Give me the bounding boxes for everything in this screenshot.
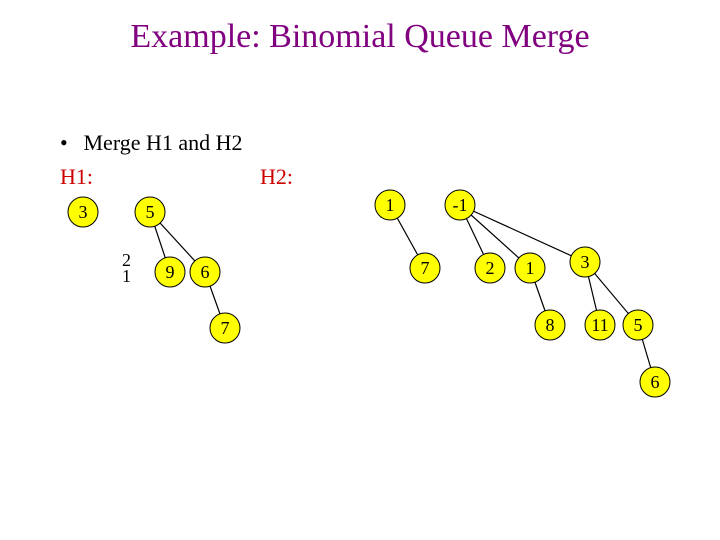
node-label: 3: [581, 252, 590, 272]
node-label: -1: [453, 195, 468, 215]
edge: [460, 205, 585, 262]
node-label: 5: [634, 315, 643, 335]
node-label: 2: [486, 258, 495, 278]
node-label: 11: [591, 315, 608, 335]
diagram-svg: 3 5 9 6 7 1 7 -1 2 1 3 8 11 5 6: [0, 0, 720, 540]
node-label: 7: [421, 258, 430, 278]
node-label: 9: [166, 262, 175, 282]
node-label: 6: [201, 262, 210, 282]
node-label: 6: [651, 372, 660, 392]
node-label: 5: [146, 202, 155, 222]
node-label: 3: [79, 202, 88, 222]
node-label: 7: [221, 318, 230, 338]
node-label: 8: [546, 315, 555, 335]
node-label: 1: [386, 195, 395, 215]
node-label: 1: [526, 258, 535, 278]
